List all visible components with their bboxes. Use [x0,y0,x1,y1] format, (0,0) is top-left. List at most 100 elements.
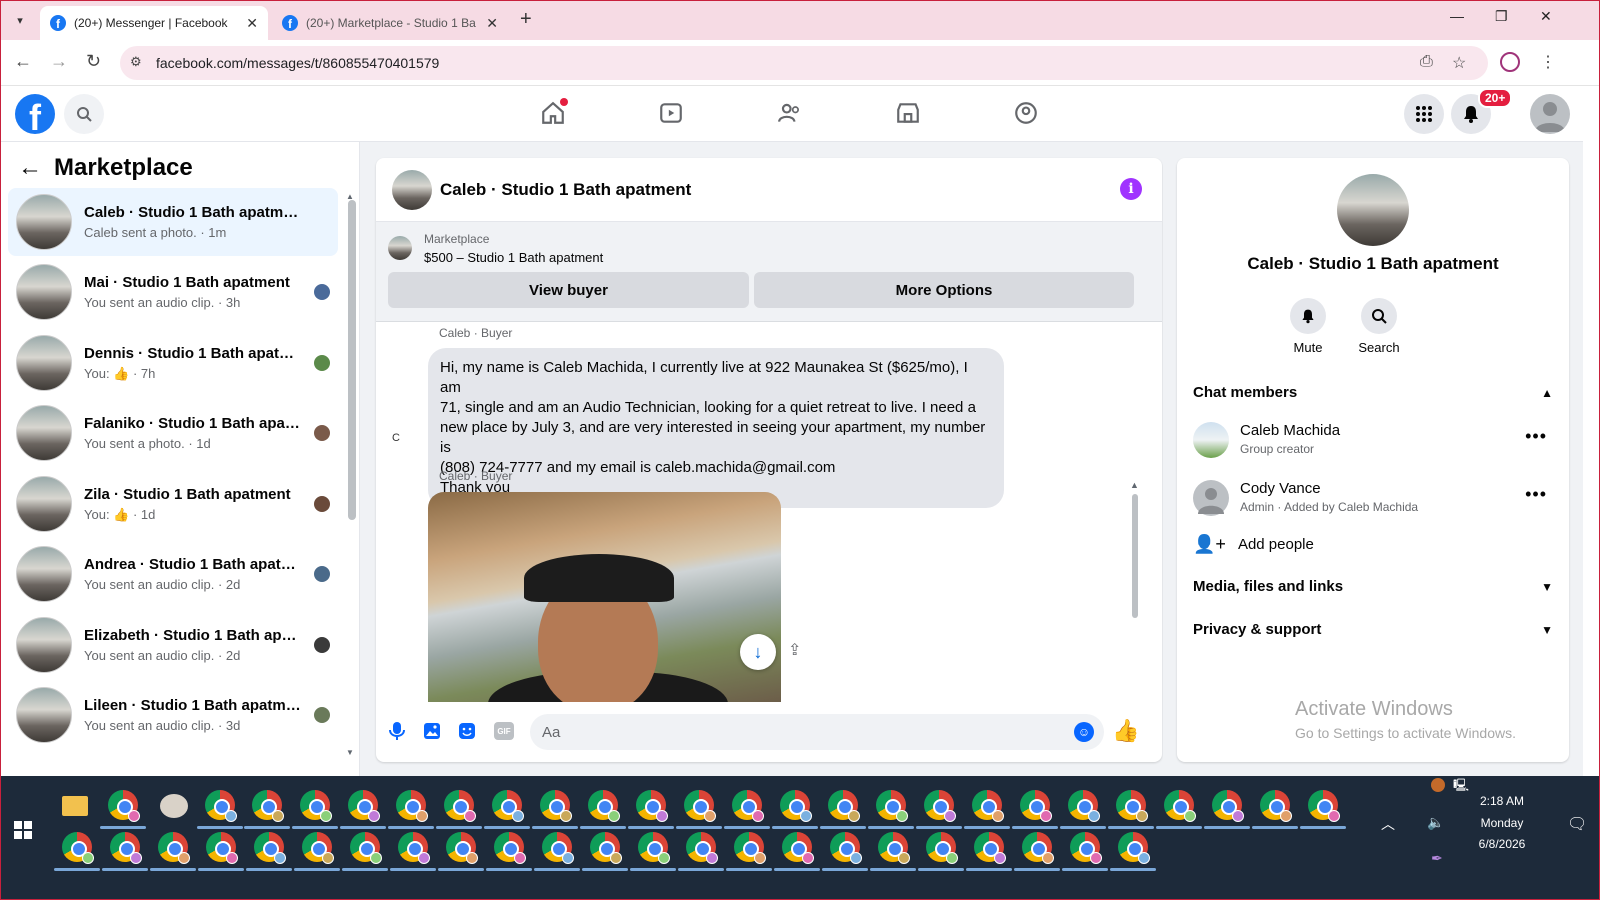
chrome-taskbar-icon[interactable] [254,832,286,864]
groups-icon[interactable] [1011,98,1041,128]
emoji-icon[interactable]: ☺ [1074,722,1094,742]
scroll-up-arrow-icon[interactable]: ▲ [1130,480,1139,490]
message-input[interactable] [530,714,1104,750]
chrome-taskbar-icon[interactable] [830,832,862,864]
page-scrollbar[interactable] [1583,86,1600,776]
chrome-taskbar-icon[interactable] [636,790,668,822]
chrome-taskbar-icon[interactable] [158,832,190,864]
chrome-taskbar-icon[interactable] [110,832,142,864]
home-icon[interactable] [538,98,568,128]
back-arrow-icon[interactable]: ← [18,154,42,182]
chrome-taskbar-icon[interactable] [878,832,910,864]
sidebar-scrollbar-thumb[interactable] [348,200,356,520]
chrome-taskbar-icon[interactable] [1022,832,1054,864]
tab-messenger[interactable]: f (20+) Messenger | Facebook ✕ [40,6,268,40]
chevron-down-icon[interactable]: ▼ [1541,623,1553,637]
member-row[interactable]: Caleb Machida Group creator ••• [1193,418,1553,462]
chrome-taskbar-icon[interactable] [588,790,620,822]
video-icon[interactable] [656,98,686,128]
download-arrow-icon[interactable]: ↓ [740,634,776,670]
tray-app-icon[interactable] [1431,778,1445,792]
chrome-taskbar-icon[interactable] [62,832,94,864]
chrome-taskbar-icon[interactable] [252,790,284,822]
chrome-taskbar-icon[interactable] [350,832,382,864]
conversation-item[interactable]: Falaniko · Studio 1 Bath apatm... You sen… [8,399,338,467]
chevron-up-icon[interactable]: ▲ [1541,386,1553,400]
add-people-button[interactable]: 👤+ Add people [1193,534,1314,555]
chrome-taskbar-icon[interactable] [876,790,908,822]
chrome-taskbar-icon[interactable] [828,790,860,822]
chrome-taskbar-icon[interactable] [734,832,766,864]
bookmark-star-icon[interactable]: ☆ [1452,53,1466,73]
chrome-taskbar-icon[interactable] [396,790,428,822]
tab-marketplace[interactable]: f (20+) Marketplace - Studio 1 Ba ✕ [272,6,508,40]
more-options-button[interactable]: More Options [754,272,1134,308]
browser-menu-icon[interactable]: ⋮ [1540,52,1556,72]
chrome-taskbar-icon[interactable] [494,832,526,864]
conversation-item[interactable]: Mai · Studio 1 Bath apatment You sent an … [8,258,338,326]
message-photo[interactable] [428,492,781,702]
search-conversation-button[interactable]: Search [1349,298,1409,355]
chrome-taskbar-icon[interactable] [108,790,140,822]
conversation-item[interactable]: Caleb · Studio 1 Bath apatment Caleb sent… [8,188,338,256]
chrome-taskbar-icon[interactable] [1070,832,1102,864]
browser-profile-icon[interactable] [1500,52,1520,72]
show-hidden-icons-icon[interactable]: ︿ [1381,814,1395,834]
privacy-support-section[interactable]: Privacy & support ▼ [1193,621,1553,638]
chrome-taskbar-icon[interactable] [1116,790,1148,822]
conversation-item[interactable]: Zila · Studio 1 Bath apatment You: 👍 · 1d [8,470,338,538]
chrome-taskbar-icon[interactable] [590,832,622,864]
view-buyer-button[interactable]: View buyer [388,272,749,308]
chrome-taskbar-icon[interactable] [638,832,670,864]
search-icon[interactable] [1361,298,1397,334]
menu-grid-icon[interactable] [1404,94,1444,134]
chrome-taskbar-icon[interactable] [972,790,1004,822]
member-row[interactable]: Cody Vance Admin · Added by Caleb Machid… [1193,476,1553,520]
clock-date[interactable]: 6/8/2026 [1457,837,1547,851]
reload-icon[interactable]: ↻ [86,51,101,72]
chrome-taskbar-icon[interactable] [780,790,812,822]
conversation-avatar[interactable] [1337,174,1409,246]
more-options-icon[interactable]: ••• [1525,426,1547,447]
account-avatar[interactable] [1530,94,1570,134]
conversation-item[interactable]: Lileen · Studio 1 Bath apatment You sent … [8,681,338,749]
thumbs-up-icon[interactable]: 👍 [1112,718,1139,744]
marketplace-icon[interactable] [893,98,923,128]
chrome-taskbar-icon[interactable] [1164,790,1196,822]
chrome-taskbar-icon[interactable] [444,790,476,822]
chrome-taskbar-icon[interactable] [348,790,380,822]
chrome-taskbar-icon[interactable] [684,790,716,822]
info-icon[interactable]: i [1120,178,1142,200]
facebook-logo-icon[interactable]: f [15,94,55,134]
share-icon[interactable]: ⇪ [788,640,801,660]
close-window-icon[interactable]: ✕ [1540,8,1552,25]
chrome-taskbar-icon[interactable] [1308,790,1340,822]
photo-attach-icon[interactable] [421,720,443,742]
chrome-taskbar-icon[interactable] [1020,790,1052,822]
close-tab-icon[interactable]: ✕ [486,15,498,32]
gif-icon[interactable]: GIF [494,722,514,740]
chrome-taskbar-icon[interactable] [1212,790,1244,822]
chrome-taskbar-icon[interactable] [1260,790,1292,822]
chat-title[interactable]: Caleb · Studio 1 Bath apatment [440,180,691,200]
notification-center-icon[interactable]: 🗨 [1567,814,1587,834]
chrome-taskbar-icon[interactable] [974,832,1006,864]
microphone-icon[interactable] [386,720,408,742]
back-icon[interactable]: ← [14,51,32,72]
message-scrollbar-thumb[interactable] [1132,494,1138,618]
chrome-taskbar-icon[interactable] [1068,790,1100,822]
file-explorer-icon[interactable] [62,796,88,816]
chrome-taskbar-icon[interactable] [1118,832,1150,864]
chrome-taskbar-icon[interactable] [302,832,334,864]
chrome-taskbar-icon[interactable] [206,832,238,864]
sticker-icon[interactable] [456,720,478,742]
clock-day[interactable]: Monday [1457,816,1547,830]
address-bar[interactable]: ⚙ facebook.com/messages/t/86085547040157… [120,46,1488,80]
chrome-taskbar-icon[interactable] [300,790,332,822]
message-bubble[interactable]: Hi, my name is Caleb Machida, I currentl… [428,348,1004,508]
volume-icon[interactable]: 🔈 [1427,814,1444,831]
chrome-taskbar-icon[interactable] [492,790,524,822]
friends-icon[interactable] [775,98,805,128]
paint-icon[interactable] [160,794,188,818]
media-files-links-section[interactable]: Media, files and links ▼ [1193,578,1553,595]
